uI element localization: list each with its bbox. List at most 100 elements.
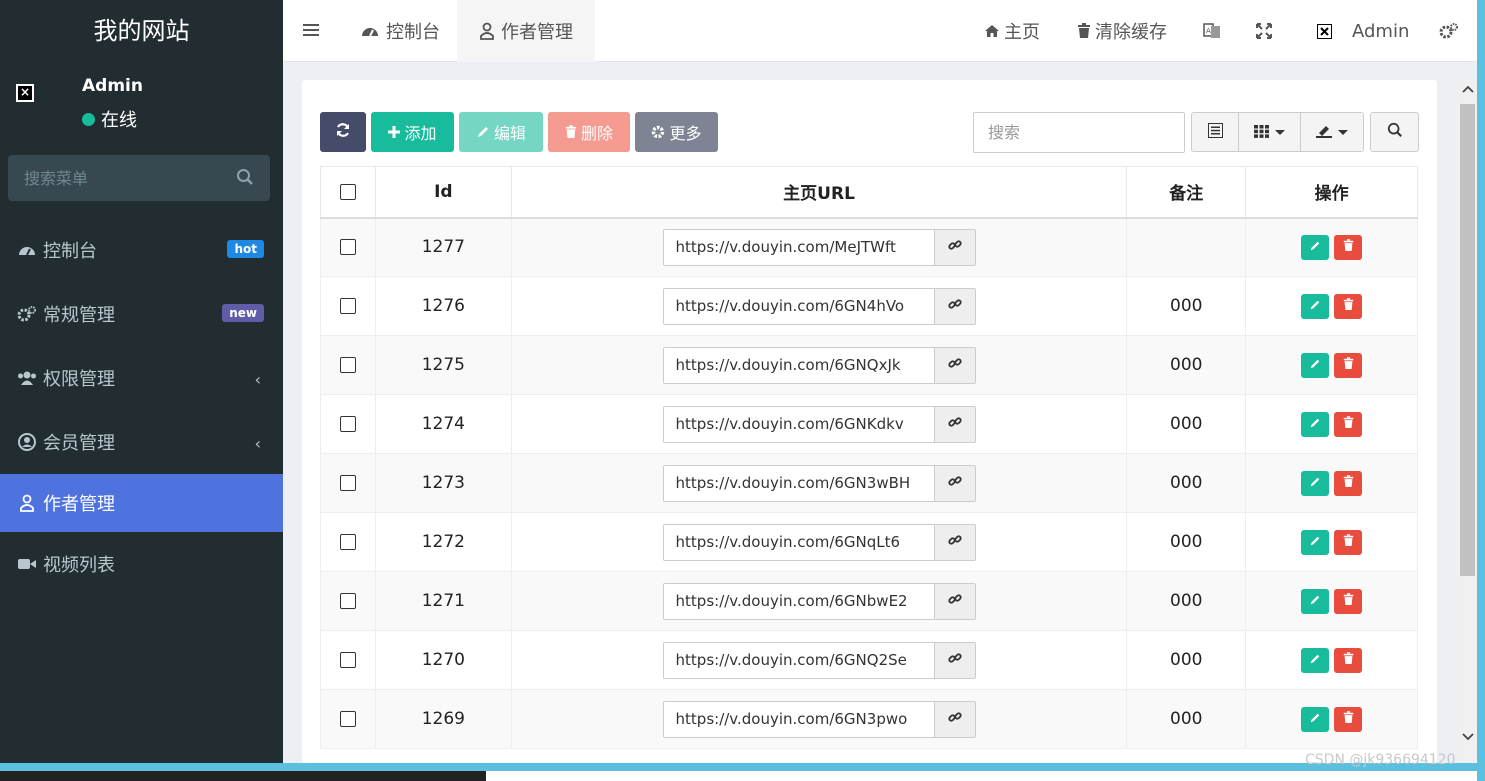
sidebar-item-permissions[interactable]: 权限管理 ‹ [0, 346, 283, 410]
url-field[interactable] [663, 406, 935, 442]
url-field[interactable] [663, 465, 935, 501]
row-delete-button[interactable] [1334, 470, 1363, 496]
col-id[interactable]: Id [374, 166, 512, 219]
row-edit-button[interactable] [1301, 470, 1330, 496]
open-link-button[interactable] [934, 583, 975, 619]
settings-cogs-icon[interactable] [1439, 0, 1459, 62]
row-edit-button[interactable] [1301, 529, 1330, 555]
clear-cache-link[interactable]: 清除缓存 [1077, 0, 1167, 62]
open-link-button[interactable] [934, 406, 975, 442]
scroll-down-icon[interactable] [1461, 730, 1474, 743]
row-edit-button[interactable] [1301, 411, 1330, 437]
export-button[interactable] [1301, 113, 1363, 151]
url-field[interactable] [663, 347, 935, 383]
table-row[interactable]: 1276 000 [320, 276, 1418, 336]
vertical-scrollbar[interactable] [1458, 80, 1477, 763]
admin-menu[interactable]: Admin [1317, 0, 1409, 62]
admin-label: Admin [1352, 20, 1410, 42]
sidebar-item-videos[interactable]: 视频列表 [0, 532, 283, 596]
row-delete-button[interactable] [1334, 293, 1363, 319]
table-search-input[interactable] [973, 112, 1185, 153]
status-label: 在线 [101, 110, 137, 131]
open-link-button[interactable] [934, 465, 975, 501]
table-row[interactable]: 1269 000 [320, 689, 1418, 749]
row-edit-button[interactable] [1301, 647, 1330, 673]
row-delete-button[interactable] [1334, 234, 1363, 260]
table-row[interactable]: 1277 [320, 217, 1418, 277]
refresh-button[interactable] [320, 112, 366, 152]
row-edit-button[interactable] [1301, 234, 1330, 260]
toggle-view-button[interactable] [1192, 113, 1239, 151]
url-field[interactable] [663, 288, 935, 324]
caret-down-icon [1275, 129, 1285, 135]
edit-button[interactable]: 编辑 [459, 112, 543, 152]
gear-icon [651, 125, 665, 139]
open-link-button[interactable] [934, 524, 975, 560]
row-checkbox[interactable] [339, 357, 356, 373]
open-link-button[interactable] [934, 347, 975, 383]
url-field[interactable] [663, 229, 935, 265]
row-checkbox[interactable] [339, 711, 356, 727]
add-button[interactable]: 添加 [371, 112, 454, 152]
sidebar-item-members[interactable]: 会员管理 ‹ [0, 410, 283, 474]
columns-button[interactable] [1239, 113, 1301, 151]
home-link[interactable]: 主页 [984, 0, 1040, 62]
open-link-button[interactable] [934, 229, 975, 265]
sidebar-item-general[interactable]: 常规管理 new [0, 282, 283, 346]
menu-toggle-icon[interactable] [303, 22, 321, 42]
tab-authors[interactable]: 作者管理 [457, 0, 595, 62]
sidebar-item-authors[interactable]: 作者管理 [0, 474, 283, 532]
url-field[interactable] [663, 524, 935, 560]
open-link-button[interactable] [934, 701, 975, 737]
fullscreen-icon[interactable] [1255, 0, 1273, 62]
scrollbar-thumb[interactable] [1460, 104, 1475, 576]
row-delete-button[interactable] [1334, 352, 1363, 378]
row-edit-button[interactable] [1301, 293, 1330, 319]
row-checkbox[interactable] [339, 593, 356, 609]
table-header-row: Id 主页URL 备注 操作 [320, 166, 1418, 219]
row-edit-button[interactable] [1301, 706, 1330, 732]
user-circle-icon [17, 432, 37, 452]
site-brand[interactable]: 我的网站 [0, 0, 283, 62]
table-row[interactable]: 1274 000 [320, 394, 1418, 454]
table-row[interactable]: 1271 000 [320, 571, 1418, 631]
table-row[interactable]: 1273 000 [320, 453, 1418, 513]
url-field[interactable] [663, 642, 935, 678]
row-delete-button[interactable] [1334, 588, 1363, 614]
table-row[interactable]: 1272 000 [320, 512, 1418, 572]
open-link-button[interactable] [934, 288, 975, 324]
delete-button[interactable]: 删除 [548, 112, 630, 152]
row-checkbox[interactable] [339, 652, 356, 668]
advanced-search-button[interactable] [1370, 112, 1419, 152]
translate-icon[interactable]: A [1203, 0, 1221, 62]
open-link-button[interactable] [934, 642, 975, 678]
row-delete-button[interactable] [1334, 411, 1363, 437]
clear-cache-label: 清除缓存 [1095, 22, 1167, 43]
col-note[interactable]: 备注 [1126, 166, 1247, 219]
row-checkbox[interactable] [339, 534, 356, 550]
table-row[interactable]: 1275 000 [320, 335, 1418, 395]
select-all-checkbox[interactable] [339, 183, 356, 200]
row-select-cell [320, 571, 376, 631]
url-field[interactable] [663, 583, 935, 619]
scroll-up-icon[interactable] [1461, 82, 1474, 95]
row-checkbox[interactable] [339, 475, 356, 491]
sidebar-item-dashboard[interactable]: 控制台 hot [0, 218, 283, 282]
url-field[interactable] [663, 701, 935, 737]
row-delete-button[interactable] [1334, 529, 1363, 555]
row-delete-button[interactable] [1334, 647, 1363, 673]
col-url[interactable]: 主页URL [510, 166, 1128, 219]
more-button[interactable]: 更多 [635, 112, 718, 152]
menu-search-input[interactable] [8, 155, 228, 201]
table-row[interactable]: 1270 000 [320, 630, 1418, 690]
export-icon [1316, 123, 1332, 142]
link-icon [947, 414, 962, 434]
tab-dashboard[interactable]: 控制台 [338, 0, 462, 62]
row-checkbox[interactable] [339, 298, 356, 314]
search-icon[interactable] [236, 168, 254, 190]
row-edit-button[interactable] [1301, 352, 1330, 378]
row-delete-button[interactable] [1334, 706, 1363, 732]
row-checkbox[interactable] [339, 416, 356, 432]
row-edit-button[interactable] [1301, 588, 1330, 614]
row-checkbox[interactable] [339, 239, 356, 256]
